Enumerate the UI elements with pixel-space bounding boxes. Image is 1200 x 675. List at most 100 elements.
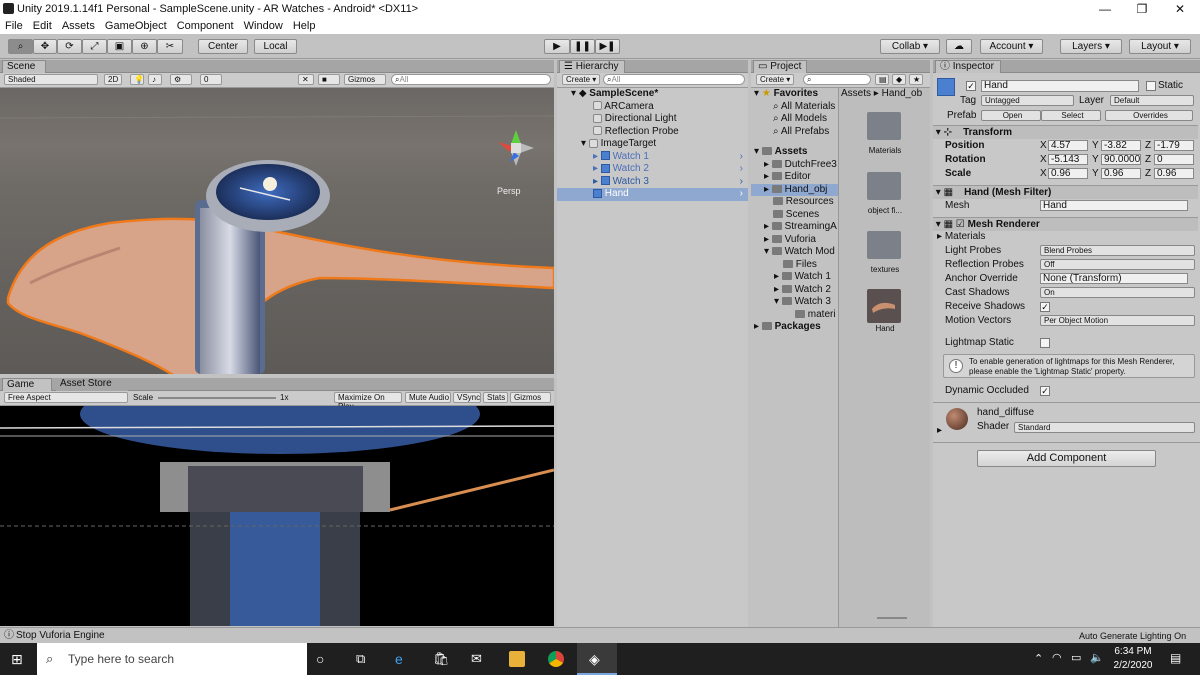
project-fav-all-prefabs[interactable]: ⌕ All Prefabs xyxy=(751,126,829,139)
cortana-icon[interactable]: ○ xyxy=(316,651,332,667)
hierarchy-item-arcamera[interactable]: ARCamera xyxy=(557,101,748,114)
project-folder-watch-3[interactable]: ▾ Watch 3 xyxy=(751,296,831,309)
folder-icon[interactable] xyxy=(867,172,901,200)
menu-file[interactable]: File xyxy=(5,18,23,34)
network-icon[interactable]: ◠ xyxy=(1052,651,1062,664)
tag-dropdown[interactable]: Untagged xyxy=(981,95,1074,106)
project-folder-editor[interactable]: ▸ Editor xyxy=(751,171,811,184)
tab-scene[interactable]: Scene xyxy=(2,60,46,73)
shader-dropdown[interactable]: Standard xyxy=(1014,422,1195,433)
project-favorites[interactable]: ▾ ★ Favorites xyxy=(751,88,818,101)
close-icon[interactable]: ✕ xyxy=(1160,0,1200,18)
project-fav-all-materials[interactable]: ⌕ All Materials xyxy=(751,101,835,114)
project-folder-resources[interactable]: Resources xyxy=(751,196,834,209)
cloud-button[interactable]: ☁ xyxy=(946,39,972,54)
scale-tool-button[interactable]: ⤢ xyxy=(82,39,107,54)
mute-audio-toggle[interactable]: Mute Audio xyxy=(405,392,451,403)
transform-tool-button[interactable]: ⊕ xyxy=(132,39,157,54)
store-icon[interactable]: 🛍 xyxy=(433,651,450,667)
receive-shadows-checkbox[interactable]: ✓ xyxy=(1040,302,1050,312)
filter-label-button[interactable]: ◆ xyxy=(892,74,906,85)
prefab-select-button[interactable]: Select xyxy=(1041,110,1101,121)
tab-inspector[interactable]: ⓘ Inspector xyxy=(935,60,1001,73)
object-name-field[interactable]: Hand xyxy=(981,80,1139,92)
hierarchy-item-reflection-probe[interactable]: Reflection Probe xyxy=(557,126,748,139)
anchor-override-field[interactable]: None (Transform) xyxy=(1040,273,1188,284)
volume-icon[interactable]: 🔈 xyxy=(1090,651,1104,664)
persp-label[interactable]: Persp xyxy=(497,186,521,196)
mail-icon[interactable]: ✉ xyxy=(471,651,487,667)
filter-type-button[interactable]: ▤ xyxy=(875,74,889,85)
transform-header[interactable]: ▾ ⊹ Transform xyxy=(933,125,1198,139)
camera-dropdown[interactable]: ■ xyxy=(318,74,340,85)
battery-icon[interactable]: ▭ xyxy=(1071,651,1081,664)
move-tool-button[interactable]: ✥ xyxy=(33,39,57,54)
lighting-toggle[interactable]: 💡 xyxy=(130,74,144,85)
grid-item-hand[interactable]: Hand xyxy=(839,324,931,333)
project-folder-hand-obj[interactable]: ▸ Hand_obj xyxy=(751,183,838,196)
maximize-on-play-toggle[interactable]: Maximize On Play xyxy=(334,392,402,411)
add-component-button[interactable]: Add Component xyxy=(977,450,1156,467)
layer-dropdown[interactable]: Default xyxy=(1110,95,1194,106)
menu-edit[interactable]: Edit xyxy=(33,18,52,34)
tab-game[interactable]: Game xyxy=(2,378,52,391)
hierarchy-scene-row[interactable]: ▾ ◆ SampleScene* xyxy=(557,88,748,101)
mesh-filter-header[interactable]: ▾ ▦ Hand (Mesh Filter) xyxy=(933,185,1198,199)
light-probes-dropdown[interactable]: Blend Probes xyxy=(1040,245,1195,256)
folder-icon[interactable] xyxy=(867,112,901,140)
dynamic-occluded-checkbox[interactable]: ✓ xyxy=(1040,386,1050,396)
reflection-probes-dropdown[interactable]: Off xyxy=(1040,259,1195,270)
motion-vectors-dropdown[interactable]: Per Object Motion xyxy=(1040,315,1195,326)
pivot-local-button[interactable]: Local xyxy=(254,39,297,54)
project-fav-all-models[interactable]: ⌕ All Models xyxy=(751,113,827,126)
scale-x-field[interactable]: 0.96 xyxy=(1048,168,1088,179)
tools-toggle[interactable]: ✕ xyxy=(298,74,314,85)
breadcrumb-hand-obj[interactable]: Hand_ob xyxy=(882,88,923,99)
project-folder-watch-1[interactable]: ▸ Watch 1 xyxy=(751,271,831,284)
chevron-up-icon[interactable]: ⌃ xyxy=(1034,652,1043,665)
static-checkbox[interactable] xyxy=(1146,81,1156,91)
hand-tool-button[interactable]: ⌕ xyxy=(8,39,33,54)
chrome-icon[interactable] xyxy=(548,651,564,667)
rect-tool-button[interactable]: ▣ xyxy=(107,39,132,54)
folder-icon[interactable] xyxy=(867,231,901,259)
audio-toggle[interactable]: ♪ xyxy=(148,74,162,85)
cast-shadows-dropdown[interactable]: On xyxy=(1040,287,1195,298)
breadcrumb-assets[interactable]: Assets xyxy=(841,88,871,99)
hierarchy-item-directional-light[interactable]: Directional Light xyxy=(557,113,748,126)
materials-foldout[interactable]: ▸ Materials xyxy=(933,230,1198,244)
unity-taskbar-button[interactable]: ◈ xyxy=(577,643,617,675)
edge-icon[interactable]: e xyxy=(395,651,411,667)
clock-date[interactable]: 2/2/2020 xyxy=(1113,660,1153,671)
scene-viewport[interactable]: Persp xyxy=(0,88,554,374)
gizmos-dropdown[interactable]: Gizmos xyxy=(344,74,386,85)
scale-slider[interactable] xyxy=(158,397,276,399)
task-view-icon[interactable]: ⧉ xyxy=(356,651,372,667)
layout-dropdown[interactable]: Layout ▾ xyxy=(1129,39,1191,54)
hierarchy-item-imagetarget[interactable]: ▾ ImageTarget xyxy=(557,138,748,151)
model-icon[interactable] xyxy=(867,289,901,323)
prefab-overrides-dropdown[interactable]: Overrides xyxy=(1105,110,1193,121)
scale-z-field[interactable]: 0.96 xyxy=(1154,168,1194,179)
icon-size-slider[interactable] xyxy=(877,617,907,619)
project-folder-scenes[interactable]: Scenes xyxy=(751,209,819,222)
windows-start-icon[interactable]: ⊞ xyxy=(11,651,27,667)
effects-dropdown[interactable]: ⚙ xyxy=(170,74,192,85)
project-search-input[interactable]: ⌕ xyxy=(803,74,871,85)
minimize-icon[interactable]: — xyxy=(1085,0,1125,18)
scale-y-field[interactable]: 0.96 xyxy=(1101,168,1141,179)
project-folder-streamingassets[interactable]: ▸ StreamingA xyxy=(751,221,837,234)
menu-assets[interactable]: Assets xyxy=(62,18,95,34)
clock-time[interactable]: 6:34 PM xyxy=(1113,646,1153,657)
stats-toggle[interactable]: Stats xyxy=(483,392,508,403)
project-folder-materials[interactable]: materi xyxy=(751,309,836,322)
hierarchy-item-hand[interactable]: Hand › xyxy=(557,188,748,201)
rotation-y-field[interactable]: 90.0000 xyxy=(1101,154,1141,165)
grid-item-object-files[interactable]: object fi... xyxy=(839,206,931,215)
material-foldout-icon[interactable]: ▸ xyxy=(937,425,942,436)
vsync-toggle[interactable]: VSync xyxy=(453,392,481,403)
rotation-x-field[interactable]: -5.143 xyxy=(1048,154,1088,165)
scene-visibility-toggle[interactable]: 0 xyxy=(200,74,222,85)
favorite-button[interactable]: ★ xyxy=(909,74,923,85)
account-dropdown[interactable]: Account ▾ xyxy=(980,39,1043,54)
